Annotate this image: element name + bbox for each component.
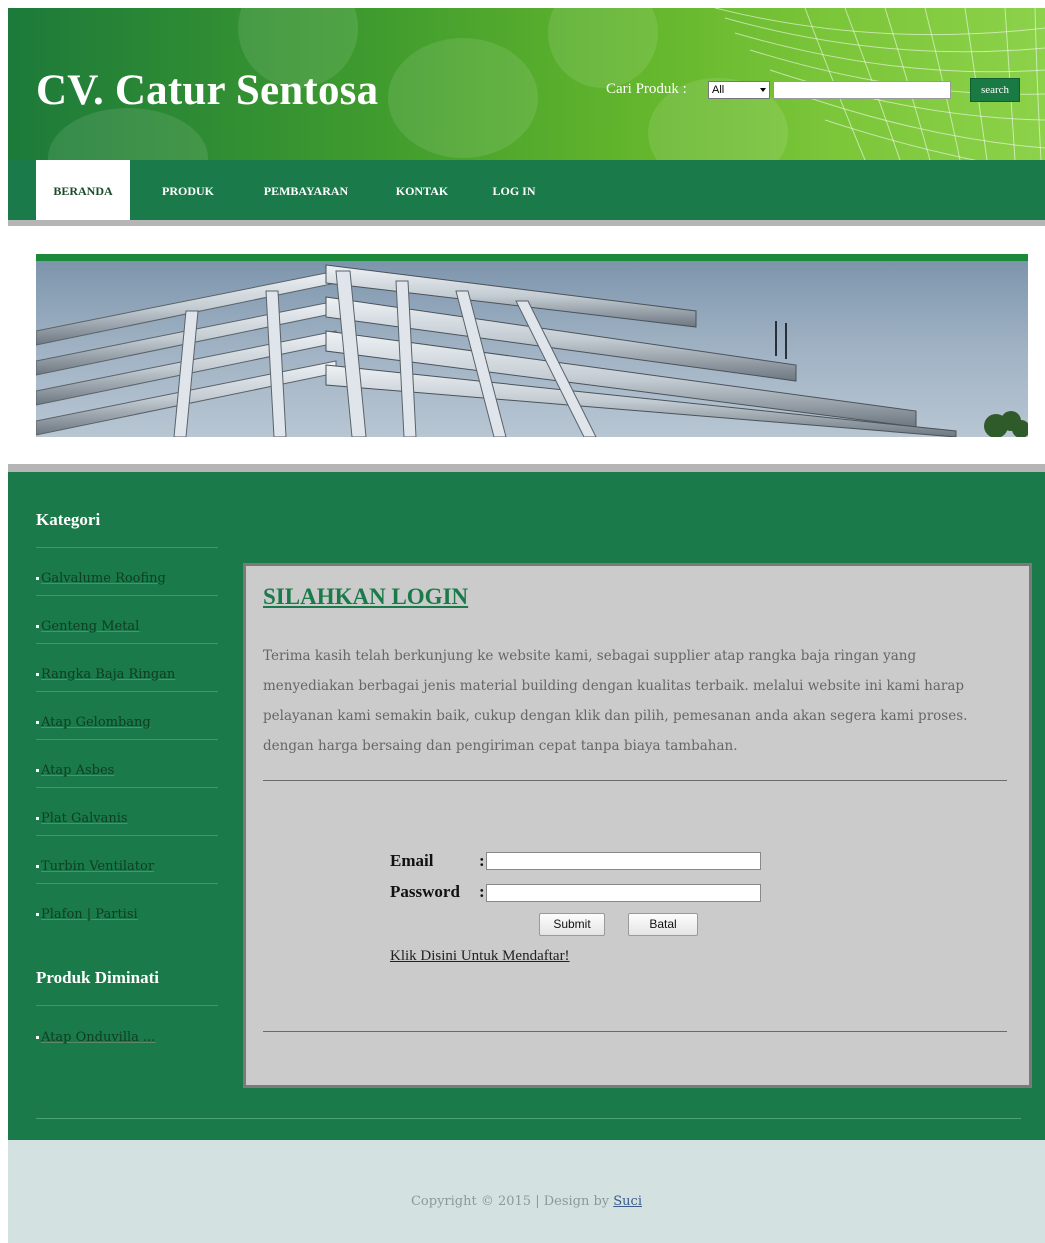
bullet-icon xyxy=(36,577,39,580)
sidebar-item-label: Atap Gelombang xyxy=(41,715,151,730)
intro-paragraph: Terima kasih telah berkunjung ke website… xyxy=(263,648,968,754)
header-decoration xyxy=(548,8,658,88)
sidebar-item-galvalume-roofing[interactable]: Galvalume Roofing xyxy=(36,571,218,586)
bullet-icon xyxy=(36,625,39,628)
steel-truss-illustration xyxy=(36,264,1028,437)
cancel-button[interactable]: Batal xyxy=(628,913,698,936)
nav-item-login[interactable]: LOG IN xyxy=(480,160,548,220)
register-link[interactable]: Klik Disini Untuk Mendaftar! xyxy=(390,948,570,965)
submit-button[interactable]: Submit xyxy=(539,913,605,936)
banner-image xyxy=(36,254,1028,437)
bullet-icon xyxy=(36,721,39,724)
divider xyxy=(263,780,1007,781)
sidebar-item-plat-galvanis[interactable]: Plat Galvanis xyxy=(36,811,218,826)
sidebar-item-genteng-metal[interactable]: Genteng Metal xyxy=(36,619,218,634)
designer-link[interactable]: Suci xyxy=(613,1194,642,1209)
chevron-down-icon xyxy=(760,88,766,92)
sidebar-item-label: Plat Galvanis xyxy=(41,811,128,826)
header-decoration xyxy=(388,38,538,158)
sidebar-item-label: Plafon | Partisi xyxy=(41,907,138,922)
sidebar-item-atap-gelombang[interactable]: Atap Gelombang xyxy=(36,715,218,730)
sidebar-item-atap-asbes[interactable]: Atap Asbes xyxy=(36,763,218,778)
main-section: Kategori Galvalume Roofing Genteng Metal… xyxy=(8,472,1045,1140)
main-nav: BERANDA PRODUK PEMBAYARAN KONTAK LOG IN xyxy=(8,160,1045,220)
header: CV. Catur Sentosa Cari Produk : All sear… xyxy=(8,8,1045,160)
divider xyxy=(263,1031,1007,1032)
header-decoration xyxy=(48,108,208,160)
sidebar-item-atap-onduvilla[interactable]: Atap Onduvilla ... xyxy=(36,1030,218,1045)
divider xyxy=(36,835,218,836)
divider xyxy=(36,547,218,548)
site-title: CV. Catur Sentosa xyxy=(36,67,379,114)
search-input[interactable] xyxy=(773,81,951,99)
sidebar-item-label: Atap Onduvilla ... xyxy=(41,1030,156,1045)
page-title: SILAHKAN LOGIN xyxy=(263,584,469,609)
password-label: Password xyxy=(390,882,460,901)
divider xyxy=(36,739,218,740)
footer: Copyright © 2015 | Design by Suci xyxy=(8,1140,1045,1243)
category-select[interactable]: All xyxy=(708,81,770,99)
email-field[interactable] xyxy=(486,852,761,870)
search-label: Cari Produk : xyxy=(606,81,687,97)
bullet-icon xyxy=(36,673,39,676)
divider xyxy=(36,691,218,692)
divider xyxy=(36,643,218,644)
divider xyxy=(36,1118,1021,1119)
banner-area xyxy=(8,226,1045,464)
sidebar-item-plafon-partisi[interactable]: Plafon | Partisi xyxy=(36,907,218,922)
nav-item-produk[interactable]: PRODUK xyxy=(148,160,228,220)
bullet-icon xyxy=(36,865,39,868)
sidebar-item-label: Atap Asbes xyxy=(41,763,115,778)
bullet-icon xyxy=(36,1036,39,1039)
divider xyxy=(36,595,218,596)
divider xyxy=(36,1005,218,1006)
bullet-icon xyxy=(36,913,39,916)
sidebar-item-label: Genteng Metal xyxy=(41,619,140,634)
sidebar-item-label: Turbin Ventilator xyxy=(41,859,155,874)
category-select-value: All xyxy=(712,84,725,96)
email-label: Email xyxy=(390,851,434,870)
nav-item-pembayaran[interactable]: PEMBAYARAN xyxy=(246,160,366,220)
nav-item-beranda[interactable]: BERANDA xyxy=(36,160,130,220)
sidebar-item-label: Galvalume Roofing xyxy=(41,571,166,586)
sidebar-item-turbin-ventilator[interactable]: Turbin Ventilator xyxy=(36,859,218,874)
page: CV. Catur Sentosa Cari Produk : All sear… xyxy=(8,8,1045,1243)
divider xyxy=(8,464,1045,472)
password-colon: : xyxy=(479,882,485,901)
email-colon: : xyxy=(479,851,485,870)
password-field[interactable] xyxy=(486,884,761,902)
categories-heading: Kategori xyxy=(36,510,101,529)
search-button[interactable]: search xyxy=(970,78,1020,102)
bullet-icon xyxy=(36,769,39,772)
sidebar-item-label: Rangka Baja Ringan xyxy=(41,667,176,682)
nav-item-kontak[interactable]: KONTAK xyxy=(384,160,460,220)
login-panel: SILAHKAN LOGIN Terima kasih telah berkun… xyxy=(243,563,1032,1088)
divider xyxy=(36,787,218,788)
sidebar-item-rangka-baja-ringan[interactable]: Rangka Baja Ringan xyxy=(36,667,218,682)
divider xyxy=(36,883,218,884)
copyright-label: Copyright © 2015 | Design by xyxy=(410,1194,614,1209)
popular-products-heading: Produk Diminati xyxy=(36,968,159,987)
copyright-text: Copyright © 2015 | Design by Suci xyxy=(8,1194,1045,1209)
bullet-icon xyxy=(36,817,39,820)
